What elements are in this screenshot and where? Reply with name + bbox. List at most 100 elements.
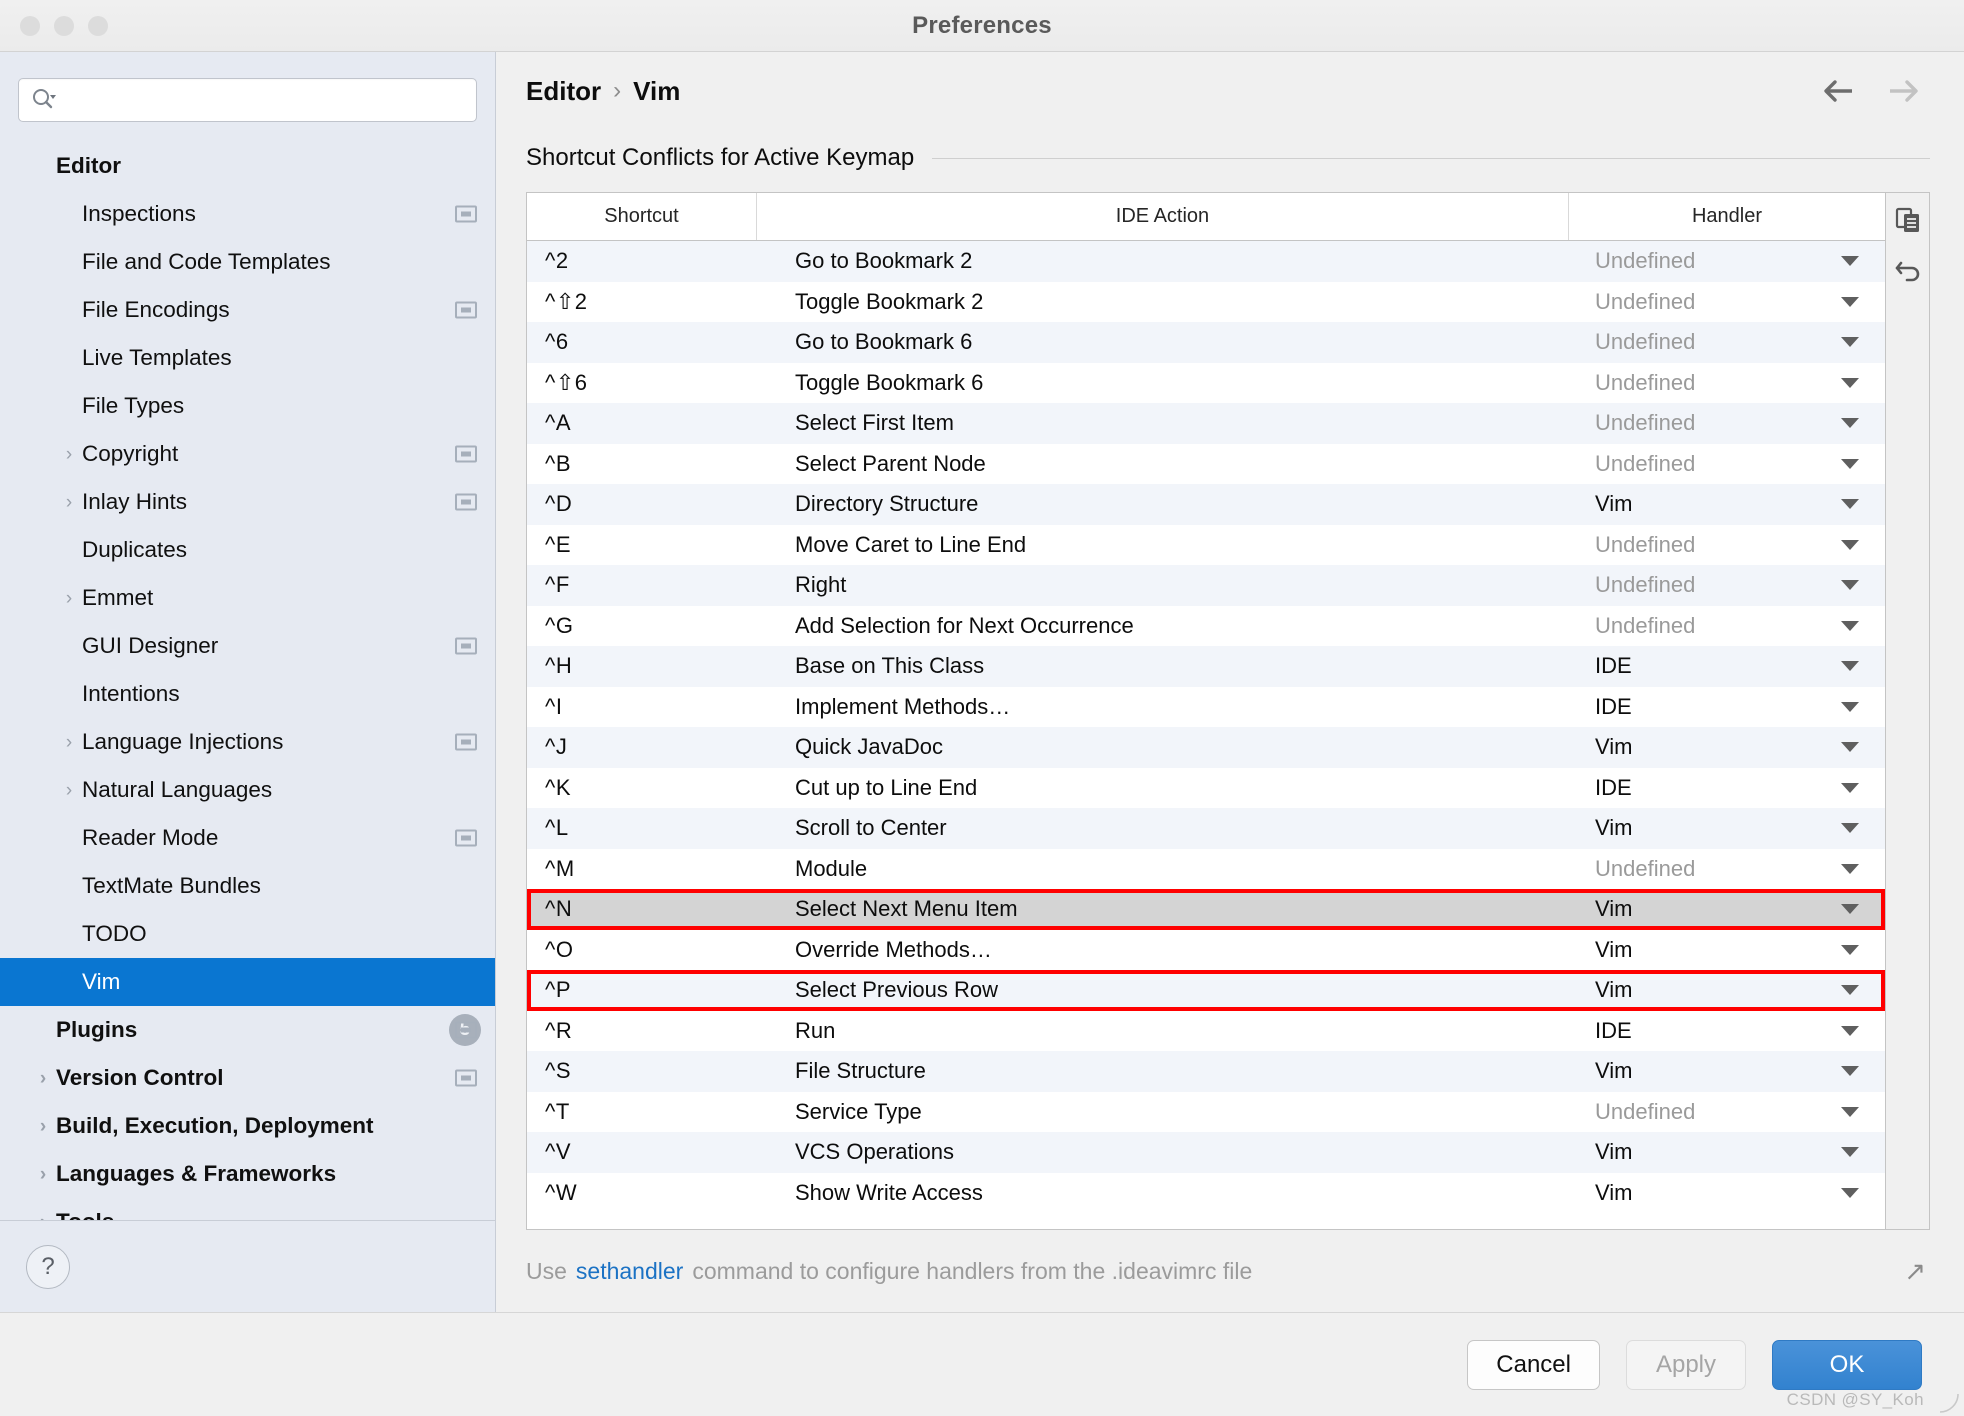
cell-handler-dropdown[interactable]: Vim — [1569, 1180, 1885, 1206]
cell-handler-dropdown[interactable]: Undefined — [1569, 1099, 1885, 1125]
sidebar-item-todo[interactable]: ›TODO — [0, 910, 495, 958]
chevron-down-icon[interactable] — [1841, 1107, 1859, 1117]
chevron-right-icon[interactable]: › — [30, 1117, 56, 1136]
cell-handler-dropdown[interactable]: Undefined — [1569, 856, 1885, 882]
sidebar-item-language-injections[interactable]: ›Language Injections — [0, 718, 495, 766]
cell-handler-dropdown[interactable]: Undefined — [1569, 613, 1885, 639]
table-row[interactable]: ^DDirectory StructureVim — [527, 484, 1885, 525]
table-row[interactable]: ^6Go to Bookmark 6Undefined — [527, 322, 1885, 363]
sidebar-item-inspections[interactable]: ›Inspections — [0, 190, 495, 238]
sidebar-item-intentions[interactable]: ›Intentions — [0, 670, 495, 718]
cell-handler-dropdown[interactable]: IDE — [1569, 694, 1885, 720]
table-row[interactable]: ^LScroll to CenterVim — [527, 808, 1885, 849]
chevron-down-icon[interactable] — [1841, 378, 1859, 388]
table-row[interactable]: ^BSelect Parent NodeUndefined — [527, 444, 1885, 485]
chevron-right-icon[interactable]: › — [30, 1069, 56, 1088]
table-row[interactable]: ^MModuleUndefined — [527, 849, 1885, 890]
copy-icon[interactable] — [1891, 203, 1925, 237]
table-row[interactable]: ^IImplement Methods…IDE — [527, 687, 1885, 728]
chevron-down-icon[interactable] — [1841, 540, 1859, 550]
cell-handler-dropdown[interactable]: IDE — [1569, 1018, 1885, 1044]
chevron-down-icon[interactable] — [1841, 256, 1859, 266]
search-box[interactable] — [18, 78, 477, 122]
cancel-button[interactable]: Cancel — [1467, 1340, 1600, 1390]
sidebar-item-vim[interactable]: ›Vim — [0, 958, 495, 1006]
back-arrow-icon[interactable] — [1818, 75, 1858, 107]
table-column-header-ide-action[interactable]: IDE Action — [757, 193, 1569, 240]
expand-icon[interactable]: ↗ — [1904, 1256, 1930, 1287]
table-row[interactable]: ^OOverride Methods…Vim — [527, 930, 1885, 971]
cell-handler-dropdown[interactable]: Vim — [1569, 1058, 1885, 1084]
cell-handler-dropdown[interactable]: Vim — [1569, 491, 1885, 517]
table-column-header-handler[interactable]: Handler — [1569, 193, 1885, 240]
sidebar-item-textmate-bundles[interactable]: ›TextMate Bundles — [0, 862, 495, 910]
help-button[interactable]: ? — [26, 1245, 70, 1289]
table-row[interactable]: ^SFile StructureVim — [527, 1051, 1885, 1092]
chevron-right-icon[interactable]: › — [56, 733, 82, 752]
sethandler-link[interactable]: sethandler — [576, 1258, 683, 1285]
chevron-down-icon[interactable] — [1841, 904, 1859, 914]
breadcrumb-root[interactable]: Editor — [526, 76, 601, 107]
ok-button[interactable]: OK — [1772, 1340, 1922, 1390]
chevron-down-icon[interactable] — [1841, 580, 1859, 590]
sidebar-item-languages-frameworks[interactable]: ›Languages & Frameworks — [0, 1150, 495, 1198]
apply-button[interactable]: Apply — [1626, 1340, 1746, 1390]
cell-handler-dropdown[interactable]: Undefined — [1569, 370, 1885, 396]
table-row[interactable]: ^FRightUndefined — [527, 565, 1885, 606]
chevron-down-icon[interactable] — [1841, 985, 1859, 995]
table-row[interactable]: ^WShow Write AccessVim — [527, 1173, 1885, 1214]
search-input[interactable] — [61, 89, 464, 111]
table-row[interactable]: ^TService TypeUndefined — [527, 1092, 1885, 1133]
table-row[interactable]: ^ASelect First ItemUndefined — [527, 403, 1885, 444]
cell-handler-dropdown[interactable]: Undefined — [1569, 532, 1885, 558]
chevron-down-icon[interactable] — [1841, 864, 1859, 874]
cell-handler-dropdown[interactable]: Vim — [1569, 896, 1885, 922]
table-row[interactable]: ^KCut up to Line EndIDE — [527, 768, 1885, 809]
chevron-down-icon[interactable] — [1841, 1188, 1859, 1198]
table-row[interactable]: ^2Go to Bookmark 2Undefined — [527, 241, 1885, 282]
sidebar-item-inlay-hints[interactable]: ›Inlay Hints — [0, 478, 495, 526]
chevron-down-icon[interactable] — [1841, 1026, 1859, 1036]
table-row[interactable]: ^EMove Caret to Line EndUndefined — [527, 525, 1885, 566]
sidebar-item-reader-mode[interactable]: ›Reader Mode — [0, 814, 495, 862]
sidebar-item-version-control[interactable]: ›Version Control — [0, 1054, 495, 1102]
sidebar-item-live-templates[interactable]: ›Live Templates — [0, 334, 495, 382]
settings-tree[interactable]: ›Editor›Inspections›File and Code Templa… — [0, 136, 495, 1220]
sidebar-item-duplicates[interactable]: ›Duplicates — [0, 526, 495, 574]
chevron-right-icon[interactable]: › — [30, 1165, 56, 1184]
table-row[interactable]: ^RRunIDE — [527, 1011, 1885, 1052]
table-row[interactable]: ^⇧2Toggle Bookmark 2Undefined — [527, 282, 1885, 323]
chevron-right-icon[interactable]: › — [56, 781, 82, 800]
sidebar-item-file-encodings[interactable]: ›File Encodings — [0, 286, 495, 334]
sidebar-item-emmet[interactable]: ›Emmet — [0, 574, 495, 622]
cell-handler-dropdown[interactable]: Undefined — [1569, 451, 1885, 477]
sidebar-item-tools[interactable]: ›Tools — [0, 1198, 495, 1220]
table-row[interactable]: ^PSelect Previous RowVim — [527, 970, 1885, 1011]
table-row[interactable]: ^JQuick JavaDocVim — [527, 727, 1885, 768]
sidebar-item-editor[interactable]: ›Editor — [0, 142, 495, 190]
cell-handler-dropdown[interactable]: Vim — [1569, 937, 1885, 963]
cell-handler-dropdown[interactable]: IDE — [1569, 775, 1885, 801]
chevron-right-icon[interactable]: › — [56, 445, 82, 464]
chevron-down-icon[interactable] — [1841, 742, 1859, 752]
cell-handler-dropdown[interactable]: Vim — [1569, 977, 1885, 1003]
chevron-down-icon[interactable] — [1841, 1066, 1859, 1076]
chevron-down-icon[interactable] — [1841, 621, 1859, 631]
chevron-down-icon[interactable] — [1841, 783, 1859, 793]
sidebar-item-gui-designer[interactable]: ›GUI Designer — [0, 622, 495, 670]
table-row[interactable]: ^NSelect Next Menu ItemVim — [527, 889, 1885, 930]
sidebar-item-build-execution-deployment[interactable]: ›Build, Execution, Deployment — [0, 1102, 495, 1150]
cell-handler-dropdown[interactable]: IDE — [1569, 653, 1885, 679]
table-row[interactable]: ^⇧6Toggle Bookmark 6Undefined — [527, 363, 1885, 404]
cell-handler-dropdown[interactable]: Vim — [1569, 815, 1885, 841]
sidebar-item-file-types[interactable]: ›File Types — [0, 382, 495, 430]
table-row[interactable]: ^HBase on This ClassIDE — [527, 646, 1885, 687]
chevron-down-icon[interactable] — [1841, 297, 1859, 307]
table-column-header-shortcut[interactable]: Shortcut — [527, 193, 757, 240]
chevron-down-icon[interactable] — [1841, 337, 1859, 347]
resize-grip-icon[interactable] — [1938, 1392, 1960, 1414]
chevron-down-icon[interactable] — [1841, 1147, 1859, 1157]
sidebar-item-file-and-code-templates[interactable]: ›File and Code Templates — [0, 238, 495, 286]
chevron-down-icon[interactable] — [1841, 823, 1859, 833]
cell-handler-dropdown[interactable]: Undefined — [1569, 410, 1885, 436]
